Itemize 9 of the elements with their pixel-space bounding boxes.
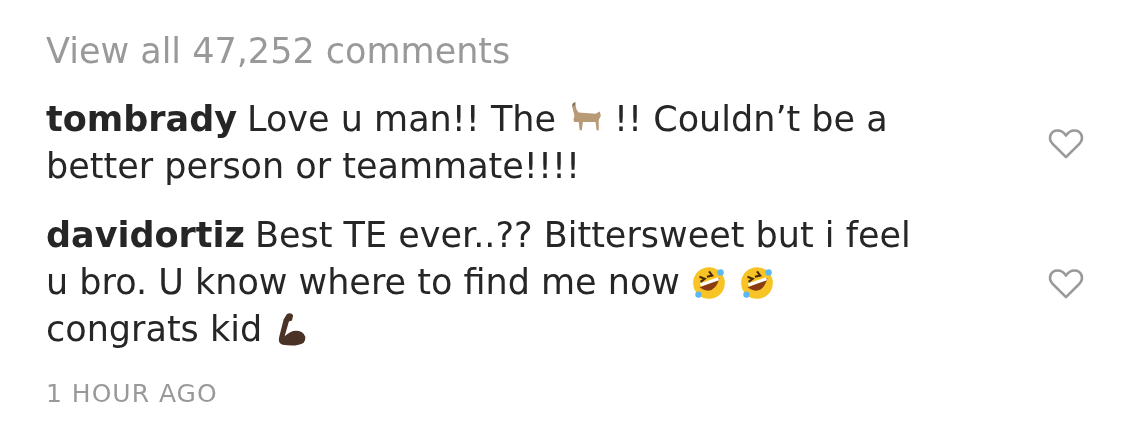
- timestamp: 1 HOUR AGO: [46, 379, 218, 408]
- comment-text: congrats kid: [46, 308, 263, 351]
- comment-text: u bro. U know where to find me now: [46, 261, 680, 304]
- username-link[interactable]: davidortiz: [46, 212, 245, 259]
- comment-text: Love u man!! The: [247, 98, 557, 141]
- comment-text: !! Couldn’t be a: [614, 98, 888, 141]
- username-link[interactable]: tombrady: [46, 96, 238, 143]
- comment-text: better person or teammate!!!!: [46, 145, 580, 188]
- comment-text: Best TE ever..?? Bittersweet but i feel: [254, 214, 911, 257]
